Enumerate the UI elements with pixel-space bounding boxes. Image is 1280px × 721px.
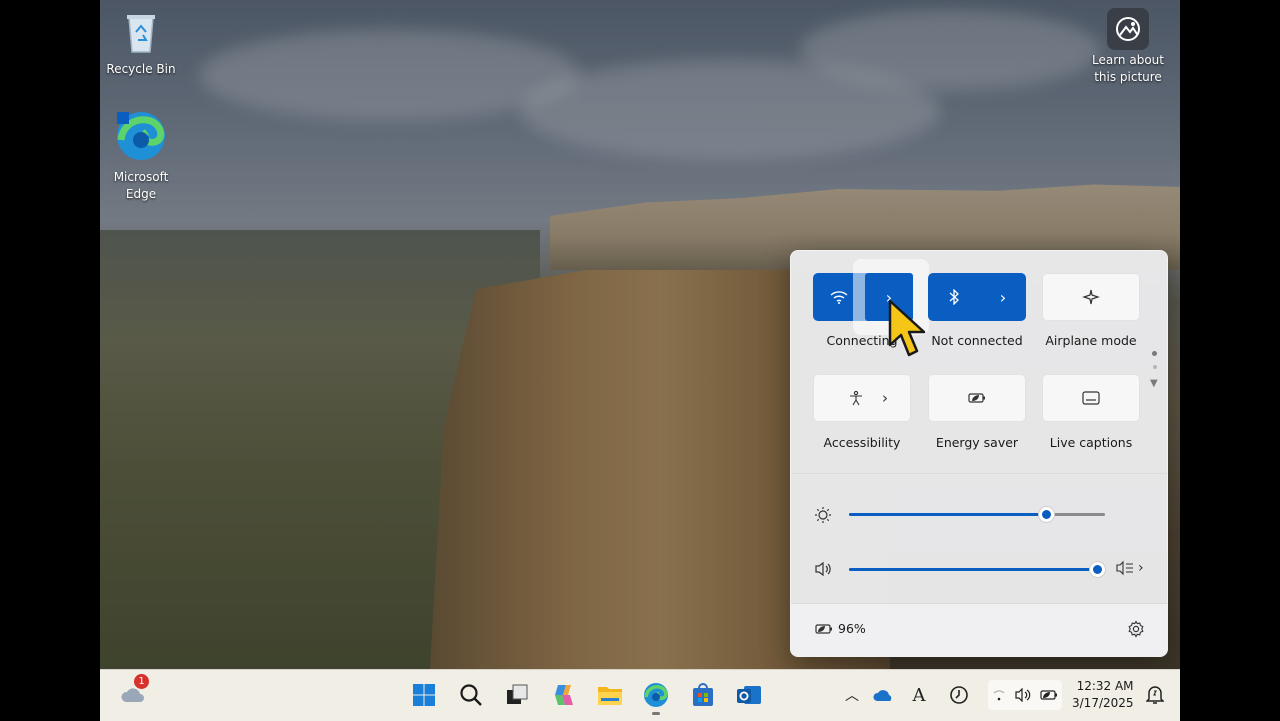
energy-saver-icon	[968, 393, 985, 403]
edge-taskbar-button[interactable]	[641, 680, 671, 715]
task-view-icon	[507, 684, 528, 704]
accessibility-icon	[850, 390, 862, 406]
outlook-icon	[737, 686, 761, 704]
brightness-icon	[814, 506, 832, 528]
camera-icon	[1107, 8, 1149, 50]
desktop-icon-recycle-bin[interactable]: Recycle Bin	[104, 10, 178, 78]
energy-saver-tile[interactable]	[928, 374, 1026, 422]
bluetooth-tile-label: Not connected	[931, 333, 1023, 348]
chevron-right-icon: ›	[882, 389, 888, 407]
divider	[791, 473, 1167, 474]
quick-settings-footer: 96%	[791, 603, 1167, 656]
search-icon	[460, 684, 482, 706]
language-input-button[interactable]: A	[904, 680, 934, 710]
bluetooth-tile[interactable]: ›	[928, 273, 1026, 321]
outlook-button[interactable]	[734, 680, 764, 710]
search-button[interactable]	[456, 680, 486, 710]
desktop-icon-edge[interactable]: Microsoft Edge	[104, 110, 178, 203]
volume-slider-fill	[849, 568, 1098, 571]
brightness-slider-fill	[849, 513, 1047, 516]
store-button[interactable]	[688, 680, 718, 710]
bluetooth-toggle[interactable]	[928, 273, 980, 321]
notifications-button[interactable]	[1140, 680, 1170, 710]
mouse-cursor	[886, 299, 926, 365]
clock-time: 12:32 AM	[1076, 679, 1134, 693]
cursor-pointer-icon	[888, 299, 926, 357]
quick-settings-tray-button[interactable]	[988, 680, 1062, 710]
airplane-mode-tile[interactable]	[1042, 273, 1140, 321]
volume-icon	[1015, 688, 1031, 702]
desktop-icon-label: Microsoft Edge	[113, 170, 169, 201]
chevron-right-icon: ›	[999, 287, 1007, 307]
bluetooth-icon	[949, 289, 959, 305]
brightness-slider[interactable]	[849, 507, 1105, 522]
chevron-right-icon: ›	[1138, 560, 1144, 576]
chevron-up-icon: ︿	[845, 688, 859, 704]
timer-icon	[950, 686, 968, 704]
audio-output-button[interactable]: ›	[1116, 560, 1144, 576]
bluetooth-expand-chevron[interactable]: ›	[980, 273, 1026, 321]
accessibility-expand-chevron[interactable]: ›	[870, 375, 900, 421]
start-button[interactable]	[409, 680, 439, 710]
weather-badge: 1	[134, 674, 149, 689]
wifi-icon	[830, 291, 848, 304]
battery-percent: 96%	[838, 621, 866, 636]
edge-icon	[104, 110, 178, 167]
gear-icon	[1128, 620, 1144, 638]
desktop-icon-label: Learn about this picture	[1092, 53, 1164, 84]
accessibility-tile-label: Accessibility	[823, 435, 901, 450]
clock[interactable]: 12:32 AM 3/17/2025	[1072, 678, 1134, 712]
weather-widget[interactable]: 1	[118, 674, 149, 710]
file-explorer-button[interactable]	[595, 680, 625, 710]
start-icon	[413, 684, 435, 706]
show-hidden-icons-button[interactable]: ︿	[837, 680, 867, 710]
copilot-icon	[555, 685, 573, 705]
battery-saver-icon	[815, 623, 832, 634]
live-captions-icon	[1082, 391, 1100, 405]
volume-slider-thumb[interactable]	[1089, 562, 1105, 577]
page-dot-active[interactable]	[1152, 351, 1157, 356]
settings-button[interactable]	[1127, 620, 1145, 642]
store-icon	[693, 683, 713, 706]
accessibility-tile[interactable]: ›	[813, 374, 911, 422]
scroll-down-arrow-icon[interactable]: ▼	[1150, 378, 1158, 389]
copilot-button[interactable]	[549, 680, 579, 710]
clock-date: 3/17/2025	[1072, 696, 1134, 710]
running-indicator	[652, 712, 660, 715]
wifi-connecting-icon	[993, 690, 1005, 701]
battery-icon	[1040, 690, 1057, 700]
taskbar: 1 ︿ A 12:32 AM 3/17/2025	[100, 669, 1180, 721]
desktop-icon-label: Recycle Bin	[106, 62, 176, 76]
bell-icon	[1146, 686, 1164, 704]
speaker-icon[interactable]	[814, 561, 832, 581]
clock-app-button[interactable]	[944, 680, 974, 710]
live-captions-tile-label: Live captions	[1049, 435, 1133, 450]
energy-saver-tile-label: Energy saver	[935, 435, 1019, 450]
page-dot[interactable]	[1153, 365, 1157, 369]
file-explorer-icon	[598, 687, 622, 705]
audio-output-icon	[1116, 560, 1133, 576]
task-view-button[interactable]	[502, 680, 532, 710]
battery-status[interactable]: 96%	[815, 621, 866, 636]
onedrive-button[interactable]	[869, 680, 899, 710]
desktop-icon-learn-about-picture[interactable]: Learn about this picture	[1090, 8, 1166, 86]
input-indicator-icon: A	[912, 684, 926, 706]
recycle-bin-icon	[104, 10, 178, 59]
airplane-tile-label: Airplane mode	[1045, 333, 1137, 348]
onedrive-icon	[873, 690, 892, 701]
airplane-icon	[1082, 289, 1100, 305]
quick-settings-panel: › › Connecting › Not connected Airplane …	[790, 250, 1168, 657]
edge-icon	[644, 683, 668, 707]
volume-slider[interactable]	[849, 562, 1105, 577]
live-captions-tile[interactable]	[1042, 374, 1140, 422]
brightness-slider-thumb[interactable]	[1038, 507, 1054, 522]
